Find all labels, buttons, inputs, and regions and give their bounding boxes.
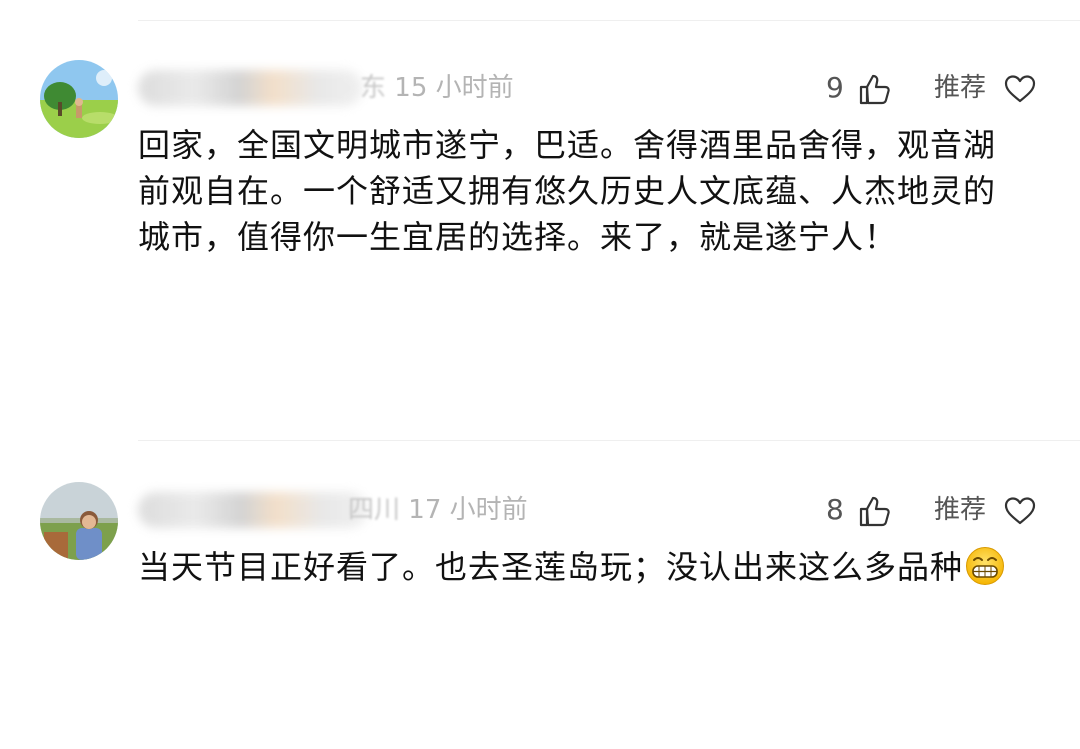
thumbs-up-icon[interactable] <box>858 72 892 106</box>
comment-text: 回家，全国文明城市遂宁，巴适。舍得酒里品舍得，观音湖前观自在。一个舒适又拥有悠久… <box>138 126 997 256</box>
comment-header: 东 15 小时前 9 推荐 <box>138 68 1040 108</box>
thumbs-up-icon[interactable] <box>858 494 892 528</box>
like-count: 8 <box>826 493 844 526</box>
avatar[interactable] <box>40 482 118 560</box>
comment-header: 四川 17 小时前 8 推荐 <box>138 490 1040 530</box>
username-suffix: 东 <box>360 73 387 103</box>
comment-text-body: 当天节目正好看了。也去圣莲岛玩；没认出来这么多品种 <box>138 548 964 586</box>
comment-list: 东 15 小时前 9 推荐 回家，全国文明城市遂宁，巴适。舍得酒里品舍得，观音湖… <box>0 0 1080 749</box>
username-redacted[interactable] <box>138 492 368 528</box>
comment-text: 当天节目正好看了。也去圣莲岛玩；没认出来这么多品种 <box>138 544 1028 590</box>
recommend-label[interactable]: 推荐 <box>934 490 986 530</box>
heart-icon[interactable] <box>1004 74 1036 104</box>
comment-time: 东 15 小时前 <box>360 68 514 108</box>
time-text: 17 小时前 <box>408 495 528 525</box>
comment-time: 四川 17 小时前 <box>348 490 528 530</box>
avatar[interactable] <box>40 60 118 138</box>
grinning-face-emoji-icon <box>966 547 1005 585</box>
like-count: 9 <box>826 71 844 104</box>
heart-icon[interactable] <box>1004 496 1036 526</box>
username-suffix: 四川 <box>348 495 401 525</box>
divider <box>138 20 1080 21</box>
username-redacted[interactable] <box>138 70 363 106</box>
recommend-label[interactable]: 推荐 <box>934 68 986 108</box>
time-text: 15 小时前 <box>394 73 514 103</box>
avatar-image <box>40 482 118 560</box>
divider <box>138 440 1080 441</box>
avatar-image <box>40 60 118 138</box>
